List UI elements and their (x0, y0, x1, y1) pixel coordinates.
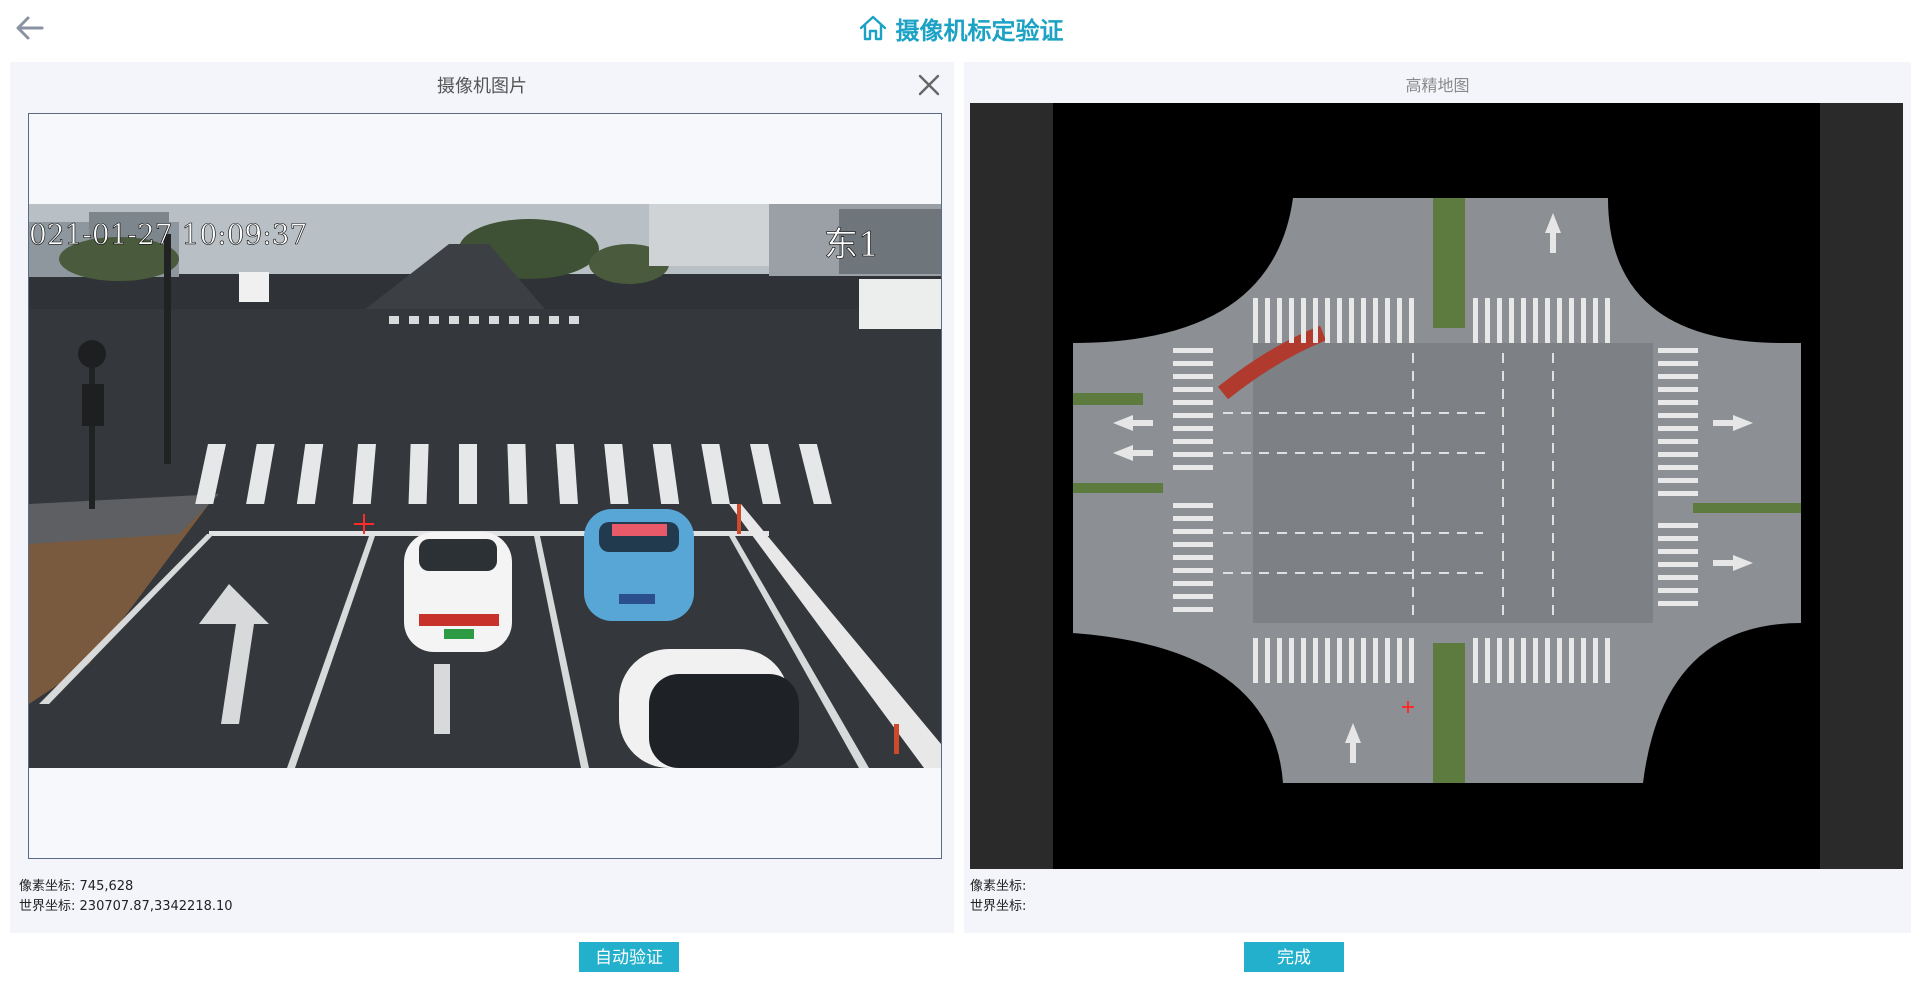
camera-timestamp-text: 021-01-27 10:09:37 (29, 218, 307, 251)
hd-map-panel: 高精地图 像素坐标: 世界坐标: (964, 62, 1911, 933)
camera-image[interactable]: 021-01-27 10:09:37 东1 (29, 204, 941, 768)
auto-verify-button[interactable]: 自动验证 (579, 942, 679, 972)
top-bar: 摄像机标定验证 (0, 0, 1921, 58)
pixel-coord-row: 像素坐标: 745,628 (19, 877, 233, 897)
map-pixel-coord-label: 像素坐标: (970, 879, 1027, 894)
pixel-coord-label: 像素坐标: (19, 879, 76, 894)
pixel-coord-value: 745,628 (79, 879, 134, 894)
close-icon[interactable] (916, 72, 942, 98)
header: 摄像机标定验证 (0, 8, 1921, 48)
map-world-coord-row: 世界坐标: (970, 897, 1026, 917)
camera-image-frame[interactable]: 021-01-27 10:09:37 东1 (28, 113, 942, 859)
camera-panel-title: 摄像机图片 (437, 76, 527, 97)
map-pixel-coord-row: 像素坐标: (970, 877, 1026, 897)
map-coords: 像素坐标: 世界坐标: (970, 877, 1026, 917)
camera-coords: 像素坐标: 745,628 世界坐标: 230707.87,3342218.10 (19, 877, 233, 917)
camera-panel: 摄像机图片 021-01-27 10:09:37 东1 像素坐标: 745,62… (10, 62, 954, 933)
hd-map-panel-title: 高精地图 (1405, 76, 1470, 95)
world-coord-label: 世界坐标: (19, 899, 76, 914)
done-button[interactable]: 完成 (1244, 942, 1344, 972)
world-coord-row: 世界坐标: 230707.87,3342218.10 (19, 897, 233, 917)
page-title: 摄像机标定验证 (895, 16, 1064, 45)
hd-map-image[interactable] (1053, 103, 1820, 869)
map-world-coord-label: 世界坐标: (970, 899, 1027, 914)
hd-map-viewport[interactable] (970, 103, 1903, 869)
camera-overlay-label: 东1 (824, 225, 880, 265)
world-coord-value: 230707.87,3342218.10 (79, 899, 233, 914)
hd-map-canvas[interactable] (1053, 103, 1820, 869)
home-icon[interactable] (858, 14, 888, 42)
